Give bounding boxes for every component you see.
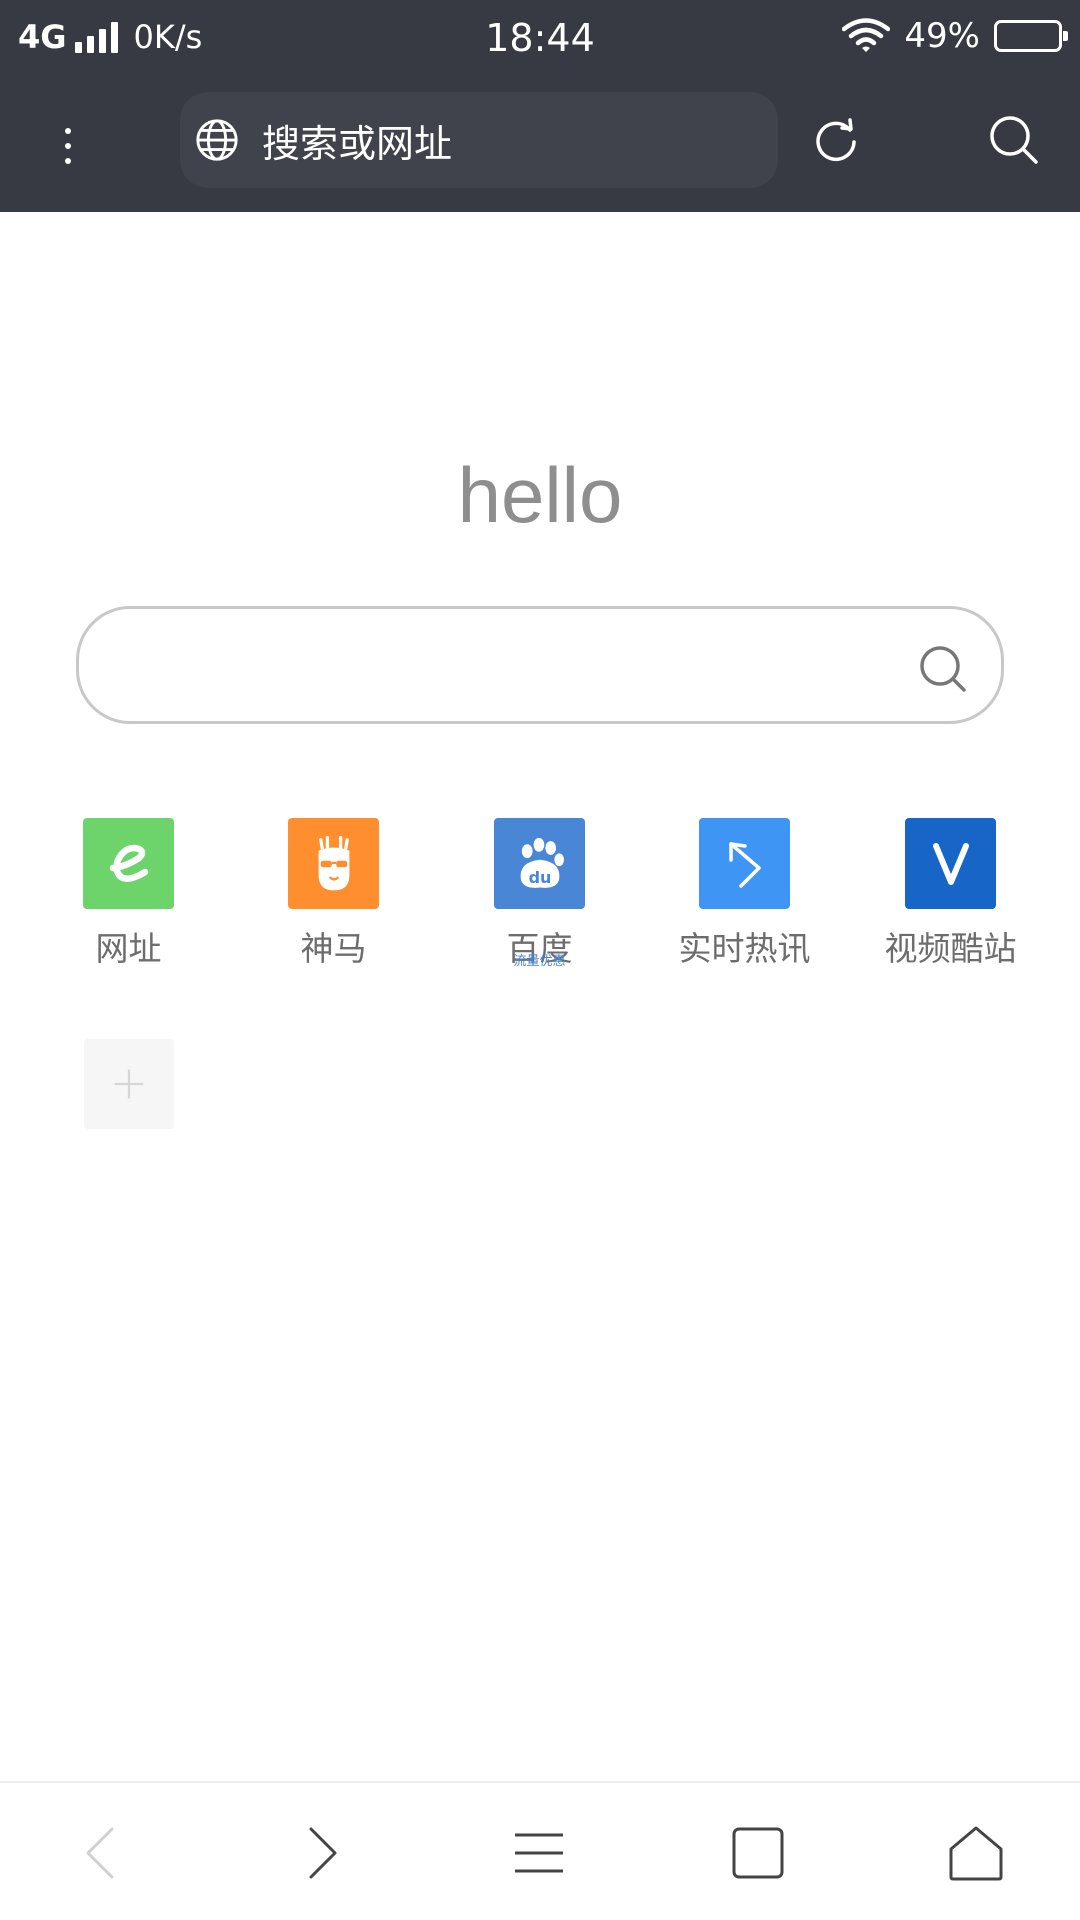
shortcut-grid: 网址 神马 du 百度 流量优惠 实时热讯 视频酷站 — [0, 818, 1080, 978]
address-row: 搜索或网址 — [0, 76, 1080, 212]
shortcut-label: 视频酷站 — [884, 929, 1017, 968]
shortcut-sublabel: 流量优惠 — [513, 954, 566, 969]
address-placeholder: 搜索或网址 — [262, 121, 453, 166]
svg-text:du: du — [528, 868, 551, 887]
search-icon[interactable] — [919, 645, 967, 693]
search-icon[interactable] — [988, 114, 1040, 166]
battery-icon — [994, 20, 1068, 52]
forward-button[interactable] — [281, 1813, 361, 1893]
home-icon — [949, 1826, 1003, 1881]
shortcut-item[interactable]: 神马 — [231, 818, 436, 978]
add-shortcut-button[interactable] — [84, 1039, 174, 1129]
menu-button[interactable] — [499, 1813, 579, 1893]
address-bar[interactable]: 搜索或网址 — [180, 92, 778, 188]
browser-top-bar: 4G 0K/s 18:44 49% 搜索或网址 — [0, 0, 1080, 212]
refresh-icon[interactable] — [812, 116, 860, 164]
shortcut-label: 神马 — [300, 929, 367, 968]
v-letter-icon — [932, 842, 969, 885]
status-bar: 4G 0K/s 18:44 49% — [0, 0, 1080, 76]
back-icon — [86, 1827, 114, 1879]
shortcut-tile[interactable] — [699, 818, 790, 909]
shortcut-tile[interactable] — [905, 818, 996, 909]
status-right: 49% — [842, 16, 1068, 56]
greeting-text: hello — [457, 451, 623, 539]
shortcut-item[interactable]: 视频酷站 — [848, 818, 1053, 978]
e-letter-icon — [109, 844, 148, 882]
globe-icon — [196, 119, 238, 161]
home-search-input[interactable] — [115, 629, 875, 701]
home-search-box[interactable] — [76, 606, 1004, 724]
shortcut-tile[interactable] — [83, 818, 174, 909]
arrow-icon — [728, 841, 761, 888]
shortcut-label: 实时热讯 — [678, 929, 811, 968]
tabs-icon — [732, 1827, 784, 1879]
alpaca-icon — [318, 835, 349, 890]
shortcut-item[interactable]: du 百度 流量优惠 — [437, 818, 642, 978]
shortcut-label: 网址 — [95, 929, 162, 968]
home-button[interactable] — [936, 1813, 1016, 1893]
more-vertical-icon[interactable] — [36, 114, 100, 178]
wifi-icon — [842, 18, 891, 52]
plus-icon — [114, 1069, 144, 1099]
forward-icon — [309, 1827, 337, 1879]
bottom-nav-bar — [0, 1781, 1080, 1920]
menu-icon — [515, 1833, 563, 1873]
shortcut-item[interactable]: 实时热讯 — [642, 818, 847, 978]
shortcut-tile[interactable]: du — [494, 818, 585, 909]
battery-percent: 49% — [904, 16, 980, 56]
tabs-button[interactable] — [718, 1813, 798, 1893]
shortcut-tile[interactable] — [288, 818, 379, 909]
baidu-paw-icon: du — [520, 837, 564, 888]
shortcut-item[interactable]: 网址 — [26, 818, 231, 978]
back-button[interactable] — [62, 1813, 142, 1893]
